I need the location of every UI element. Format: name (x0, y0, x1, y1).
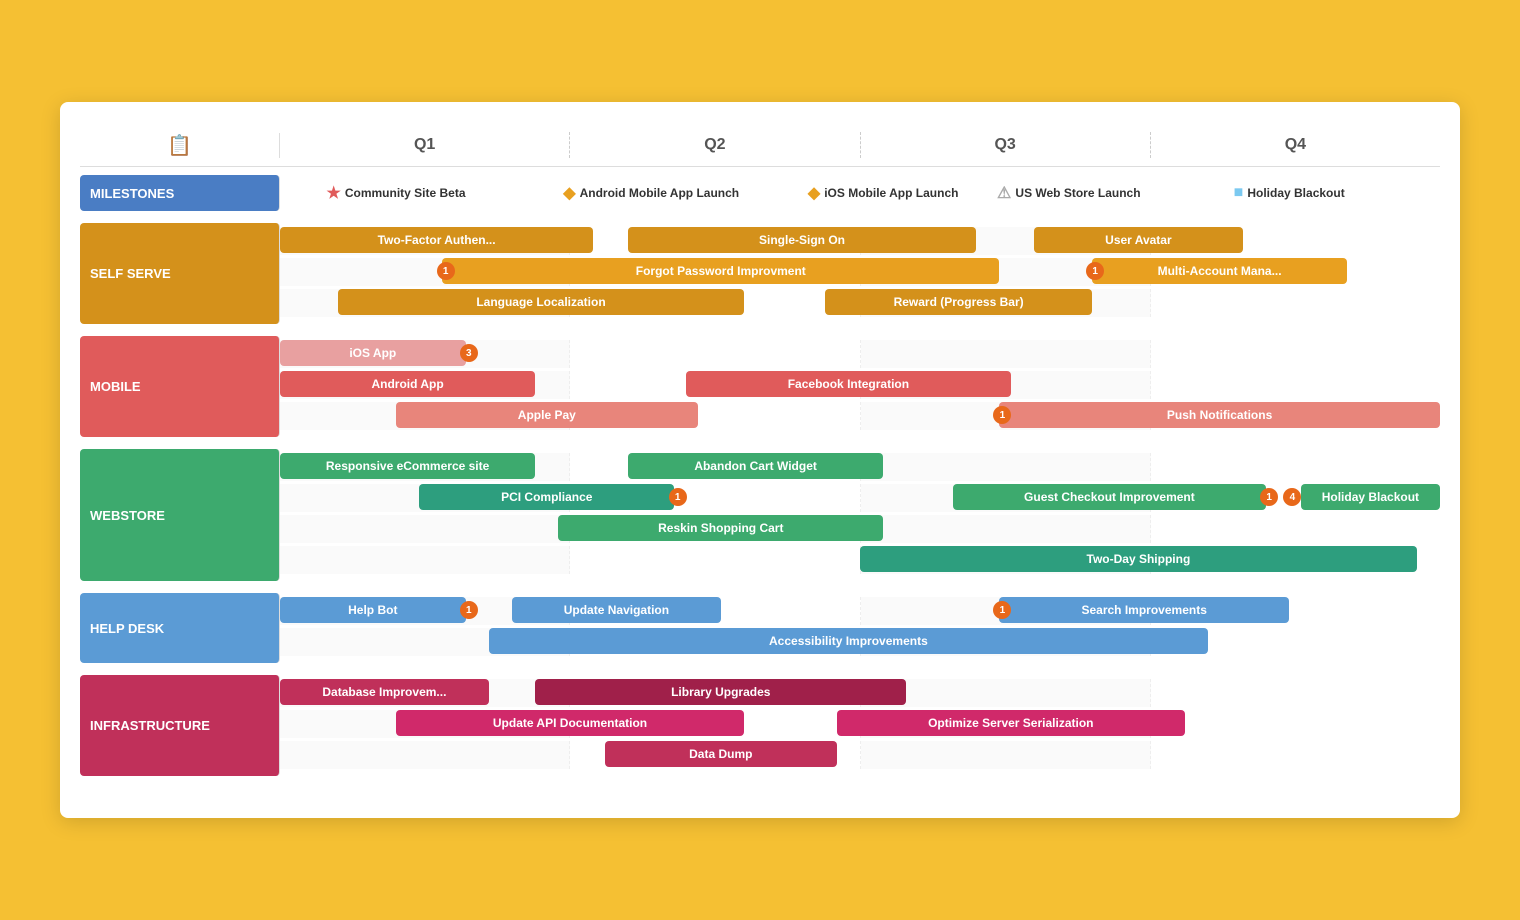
milestone-icon: ◆ (808, 183, 820, 203)
bar-row-help-desk-1: Accessibility Improvements (280, 628, 1440, 656)
bar-webstore-1-0[interactable]: PCI Compliance (419, 484, 674, 510)
sections-container: SELF SERVETwo-Factor Authen... Single-Sig… (80, 223, 1440, 788)
bar-webstore-1-2[interactable]: Holiday Blackout (1301, 484, 1440, 510)
milestone-label: Community Site Beta (345, 186, 466, 200)
bar-infrastructure-2-0[interactable]: Data Dump (605, 741, 837, 767)
bar-row-infrastructure-1: Update API Documentation Optimize Server … (280, 710, 1440, 738)
badge2-webstore-1-1: 4 (1283, 488, 1301, 506)
section-label-webstore: WEBSTORE (80, 449, 280, 581)
quarter-q2: Q2 (570, 132, 860, 158)
bar-help-desk-0-1[interactable]: Update Navigation (512, 597, 721, 623)
bar-row-webstore-3: Two-Day Shipping (280, 546, 1440, 574)
bar-self-serve-2-0[interactable]: Language Localization (338, 289, 744, 315)
bar-webstore-2-0[interactable]: Reskin Shopping Cart (558, 515, 883, 541)
roadmap-chart: 📋 Q1 Q2 Q3 Q4 MILESTONES ★ Community Site… (60, 102, 1460, 818)
quarter-q1: Q1 (280, 132, 570, 158)
chart-inner: 📋 Q1 Q2 Q3 Q4 MILESTONES ★ Community Site… (80, 132, 1440, 788)
section-label-infrastructure: INFRASTRUCTURE (80, 675, 280, 776)
bar-row-webstore-0: Responsive eCommerce site Abandon Cart Wi… (280, 453, 1440, 481)
bar-row-self-serve-2: Language Localization Reward (Progress Ba… (280, 289, 1440, 317)
bar-infrastructure-0-1[interactable]: Library Upgrades (535, 679, 906, 705)
section-bars-mobile: iOS App3Android AppFacebook IntegrationA… (280, 336, 1440, 437)
section-label-mobile: MOBILE (80, 336, 280, 437)
section-help-desk: HELP DESKHelp Bot1 Update Navigation Searc… (80, 593, 1440, 663)
milestones-label: MILESTONES (80, 175, 280, 211)
bar-webstore-3-0[interactable]: Two-Day Shipping (860, 546, 1417, 572)
milestone-icon: ⚠ (997, 183, 1011, 203)
bar-infrastructure-0-0[interactable]: Database Improvem... (280, 679, 489, 705)
bar-self-serve-0-2[interactable]: User Avatar (1034, 227, 1243, 253)
section-mobile: MOBILEiOS App3 Android App Facebook Integr… (80, 336, 1440, 437)
milestone-label: Holiday Blackout (1247, 186, 1344, 200)
bar-self-serve-2-1[interactable]: Reward (Progress Bar) (825, 289, 1092, 315)
milestone-icon: ■ (1234, 184, 1244, 202)
bar-self-serve-0-1[interactable]: Single-Sign On (628, 227, 976, 253)
bar-mobile-2-1[interactable]: Push Notifications (999, 402, 1440, 428)
bar-mobile-2-0[interactable]: Apple Pay (396, 402, 698, 428)
milestone-label: US Web Store Launch (1015, 186, 1140, 200)
milestone-ios: ◆ iOS Mobile App Launch (808, 183, 959, 203)
bar-infrastructure-1-1[interactable]: Optimize Server Serialization (837, 710, 1185, 736)
quarters-area: Q1 Q2 Q3 Q4 (280, 132, 1440, 158)
section-label-self-serve: SELF SERVE (80, 223, 280, 324)
bar-webstore-0-0[interactable]: Responsive eCommerce site (280, 453, 535, 479)
bar-webstore-0-1[interactable]: Abandon Cart Widget (628, 453, 883, 479)
bar-row-mobile-1: Android App Facebook Integration (280, 371, 1440, 399)
quarter-q3: Q3 (861, 132, 1151, 158)
section-webstore: WEBSTOREResponsive eCommerce site Abandon… (80, 449, 1440, 581)
bar-row-infrastructure-2: Data Dump (280, 741, 1440, 769)
milestone-icon: ◆ (563, 183, 575, 203)
milestone-label: Android Mobile App Launch (580, 186, 740, 200)
bar-row-infrastructure-0: Database Improvem... Library Upgrades (280, 679, 1440, 707)
milestones-title: MILESTONES (90, 186, 174, 201)
badge-mobile-0-0: 3 (460, 344, 478, 362)
section-label-help-desk: HELP DESK (80, 593, 280, 663)
badge-webstore-1-0: 1 (669, 488, 687, 506)
header-row: 📋 Q1 Q2 Q3 Q4 (80, 132, 1440, 167)
section-bars-webstore: Responsive eCommerce site Abandon Cart Wi… (280, 449, 1440, 581)
milestone-android: ◆ Android Mobile App Launch (563, 183, 739, 203)
bar-row-self-serve-1: Forgot Password Improvment1 Multi-Account… (280, 258, 1440, 286)
bar-row-webstore-2: Reskin Shopping Cart (280, 515, 1440, 543)
milestone-webstore: ⚠ US Web Store Launch (997, 183, 1140, 203)
milestones-area: ★ Community Site Beta ◆ Android Mobile App … (280, 175, 1440, 211)
bar-mobile-0-0[interactable]: iOS App (280, 340, 466, 366)
bar-self-serve-1-1[interactable]: Multi-Account Mana... (1092, 258, 1347, 284)
milestone-label: iOS Mobile App Launch (824, 186, 958, 200)
bar-row-help-desk-0: Help Bot1 Update Navigation Search Improve… (280, 597, 1440, 625)
badge-self-serve-1-0: 1 (437, 262, 455, 280)
bar-help-desk-1-0[interactable]: Accessibility Improvements (489, 628, 1208, 654)
quarter-q4: Q4 (1151, 132, 1440, 158)
bar-row-mobile-0: iOS App3 (280, 340, 1440, 368)
milestone-icon: ★ (326, 183, 340, 203)
bar-row-self-serve-0: Two-Factor Authen... Single-Sign On User A… (280, 227, 1440, 255)
badge-help-desk-0-0: 1 (460, 601, 478, 619)
bar-help-desk-0-2[interactable]: Search Improvements (999, 597, 1289, 623)
section-bars-help-desk: Help Bot1 Update Navigation Search Improve… (280, 593, 1440, 663)
bar-webstore-1-1[interactable]: Guest Checkout Improvement (953, 484, 1266, 510)
bar-infrastructure-1-0[interactable]: Update API Documentation (396, 710, 744, 736)
section-infrastructure: INFRASTRUCTUREDatabase Improvem... Librar… (80, 675, 1440, 776)
milestone-holiday: ■Holiday Blackout (1234, 184, 1345, 202)
milestone-community: ★ Community Site Beta (326, 183, 465, 203)
section-bars-infrastructure: Database Improvem... Library Upgrades Upda… (280, 675, 1440, 776)
header-label-col: 📋 (80, 133, 280, 158)
header-icon: 📋 (167, 133, 192, 158)
section-self-serve: SELF SERVETwo-Factor Authen... Single-Sig… (80, 223, 1440, 324)
section-bars-self-serve: Two-Factor Authen... Single-Sign On User A… (280, 223, 1440, 324)
bar-mobile-1-0[interactable]: Android App (280, 371, 535, 397)
bar-self-serve-0-0[interactable]: Two-Factor Authen... (280, 227, 593, 253)
bar-help-desk-0-0[interactable]: Help Bot (280, 597, 466, 623)
bar-row-mobile-2: Apple PayPush Notifications1 (280, 402, 1440, 430)
bar-row-webstore-1: PCI Compliance1Guest Checkout Improvemen… (280, 484, 1440, 512)
bar-mobile-1-1[interactable]: Facebook Integration (686, 371, 1011, 397)
milestones-row: MILESTONES ★ Community Site Beta ◆ Android … (80, 175, 1440, 211)
bar-self-serve-1-0[interactable]: Forgot Password Improvment (442, 258, 999, 284)
badge-webstore-1-1: 1 (1260, 488, 1278, 506)
